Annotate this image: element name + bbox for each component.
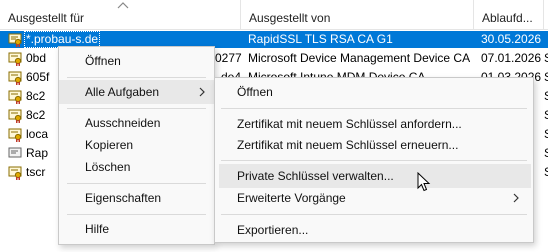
cell-issued-by: Microsoft Device Management Device CA	[248, 51, 470, 65]
certificate-icon	[8, 71, 22, 85]
cell-issued-by: RapidSSL TLS RSA CA G1	[248, 32, 393, 46]
column-header-issued-by-label: Ausgestellt von	[249, 11, 331, 25]
cell-issued-to: tscr	[26, 165, 46, 179]
menu-separator	[67, 77, 206, 78]
menu-item-properties-label: Eigenschaften	[85, 191, 162, 205]
certificate-icon	[8, 52, 22, 66]
submenu-all-tasks: Öffnen Zertifikat mit neuem Schlüssel an…	[214, 77, 534, 243]
menu-separator	[67, 214, 206, 215]
menu-item-delete[interactable]: Löschen	[59, 155, 214, 179]
cell-extra: S	[544, 145, 548, 162]
column-header-issued-by[interactable]: Ausgestellt von	[240, 0, 473, 30]
mouse-cursor-icon	[417, 172, 431, 192]
cell-issued-to: Rap	[26, 146, 49, 160]
column-header-expiry[interactable]: Ablaufd...	[473, 0, 543, 30]
menu-item-properties[interactable]: Eigenschaften	[59, 186, 214, 210]
certificate-icon	[8, 166, 22, 180]
cell-extra: S	[544, 50, 548, 67]
cell-issued-to: 605f	[26, 70, 50, 84]
submenu-item-renew-new-key[interactable]: Zertifikat mit neuem Schlüssel erneuern.…	[215, 133, 533, 157]
certificate-icon	[8, 147, 22, 158]
column-header-extra[interactable]	[543, 0, 548, 30]
menu-item-all-tasks-label: Alle Aufgaben	[85, 85, 160, 99]
certificate-icon	[8, 109, 22, 123]
submenu-item-manage-private-keys-label: Private Schlüssel verwalten...	[237, 169, 394, 183]
cell-issued-to: 8c2	[26, 89, 46, 103]
context-menu: Öffnen Alle Aufgaben Ausschneiden Kopier…	[58, 46, 215, 245]
menu-separator	[221, 160, 527, 161]
column-header-issued-to-label: Ausgestellt für	[8, 11, 85, 25]
submenu-item-manage-private-keys[interactable]: Private Schlüssel verwalten...	[219, 164, 531, 188]
menu-separator	[221, 108, 527, 109]
menu-item-open-label: Öffnen	[85, 54, 121, 68]
menu-item-cut-label: Ausschneiden	[85, 116, 161, 130]
menu-item-help[interactable]: Hilfe	[59, 217, 214, 241]
menu-item-copy-label: Kopieren	[85, 138, 134, 152]
menu-separator	[221, 214, 527, 215]
cell-extra: S	[544, 107, 548, 124]
menu-separator	[67, 108, 206, 109]
cell-issued-to: loca	[26, 127, 49, 141]
menu-item-cut[interactable]: Ausschneiden	[59, 111, 214, 135]
menu-item-copy[interactable]: Kopieren	[59, 133, 214, 157]
menu-item-delete-label: Löschen	[85, 160, 131, 174]
submenu-item-advanced[interactable]: Erweiterte Vorgänge	[215, 186, 533, 210]
chevron-right-icon	[199, 87, 205, 97]
cell-expiry: 07.01.2026	[481, 51, 542, 65]
cell-extra: S	[544, 164, 548, 181]
cell-extra: S	[544, 126, 548, 143]
cell-issued-to: 8c2	[26, 108, 46, 122]
submenu-item-advanced-label: Erweiterte Vorgänge	[237, 191, 346, 205]
certificate-icon	[8, 128, 22, 142]
cell-issued-to: 0bd	[26, 51, 47, 65]
menu-separator	[67, 183, 206, 184]
list-header: Ausgestellt für Ausgestellt von Ablaufd.…	[0, 0, 548, 30]
cell-extra: S	[544, 69, 548, 86]
submenu-item-renew-new-key-label: Zertifikat mit neuem Schlüssel erneuern.…	[237, 138, 459, 152]
cell-expiry: 30.05.2026	[481, 32, 542, 46]
submenu-item-open[interactable]: Öffnen	[215, 80, 533, 104]
submenu-item-export-label: Exportieren...	[237, 223, 309, 237]
submenu-item-export[interactable]: Exportieren...	[215, 218, 533, 242]
sort-up-arrow-icon	[117, 2, 129, 9]
chevron-right-icon	[513, 193, 519, 203]
column-header-expiry-label: Ablaufd...	[482, 11, 533, 25]
cell-extra: S	[544, 88, 548, 105]
submenu-item-open-label: Öffnen	[237, 85, 273, 99]
menu-item-all-tasks[interactable]: Alle Aufgaben	[59, 80, 214, 104]
menu-item-open[interactable]: Öffnen	[59, 49, 214, 73]
certificate-icon	[8, 33, 22, 47]
certificate-icon	[8, 90, 22, 104]
menu-item-help-label: Hilfe	[85, 222, 110, 236]
cell-issued-by-prefix: 0277	[215, 51, 242, 65]
